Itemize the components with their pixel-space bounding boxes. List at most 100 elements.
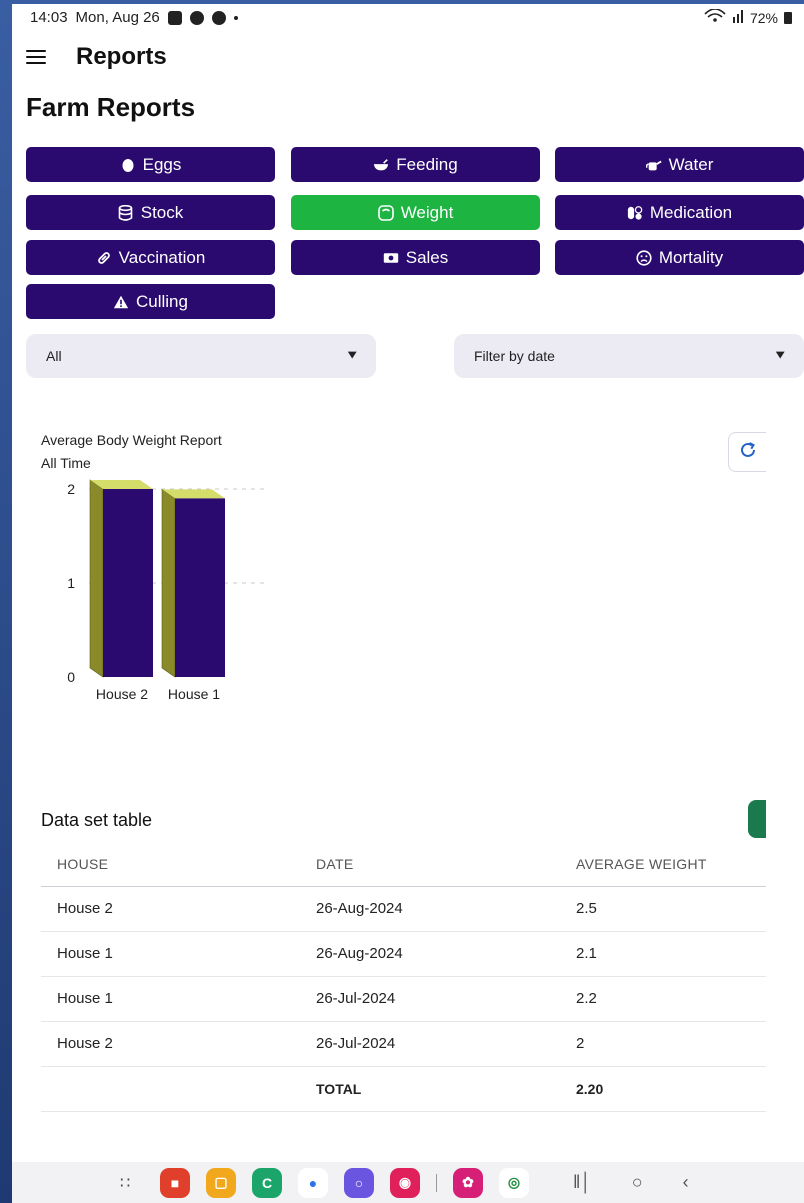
cell-date: 26-Aug-2024 [300, 931, 560, 977]
cell-signal-icon [732, 9, 744, 26]
home-icon[interactable]: ○ [632, 1172, 643, 1193]
weight-report-button[interactable]: Weight [291, 195, 540, 230]
double-chevron-down-icon: ⯆ [774, 348, 785, 363]
dataset-toggle-button[interactable] [748, 800, 766, 838]
date-filter-select[interactable]: Filter by date ⯆ [454, 334, 804, 378]
nav-separator [436, 1173, 437, 1192]
stock-label: Stock [140, 202, 184, 222]
table-row: House 2 26-Aug-2024 2.5 [41, 886, 766, 932]
cell-house: House 2 [41, 886, 300, 932]
more-notifications-icon [233, 15, 238, 20]
culling-label: Culling [136, 291, 188, 311]
bar-side-face [89, 479, 104, 678]
y-tick-label: 1 [67, 575, 75, 591]
status-bar: 14:03 Mon, Aug 26 72% [12, 4, 804, 32]
house-filter-value: All [46, 348, 62, 364]
app-notification-icon [189, 10, 204, 25]
cell-house: House 1 [41, 931, 300, 977]
battery-level: 72% [749, 9, 778, 26]
status-date: Mon, Aug 26 [75, 9, 160, 26]
bar [89, 479, 153, 678]
mortality-report-button[interactable]: Mortality [555, 240, 804, 275]
app-bar-title: Reports [76, 43, 167, 70]
medication-label: Medication [649, 202, 733, 222]
x-tick-label: House 1 [168, 686, 220, 702]
table-total-row: TOTAL 2.20 [41, 1066, 766, 1112]
chart-x-axis: House 2 House 1 [96, 686, 220, 702]
cell-house: House 1 [41, 976, 300, 1022]
pills-icon [627, 205, 643, 221]
scale-icon [377, 204, 394, 221]
vaccination-report-button[interactable]: Vaccination [26, 240, 275, 275]
cell-date: 26-Aug-2024 [300, 886, 560, 932]
table-row: House 1 26-Aug-2024 2.1 [41, 931, 766, 977]
warning-icon [113, 294, 129, 310]
culling-report-button[interactable]: Culling [26, 284, 275, 319]
medication-report-button[interactable]: Medication [555, 195, 804, 230]
cell-average-weight: 2.1 [560, 931, 766, 977]
eggs-label: Eggs [142, 154, 182, 174]
column-header-average-weight: AVERAGE WEIGHT [560, 842, 766, 887]
table-row: House 1 26-Jul-2024 2.2 [41, 976, 766, 1022]
refresh-icon [739, 441, 757, 464]
money-icon [383, 250, 399, 266]
mortality-label: Mortality [658, 247, 724, 267]
folder-app-icon[interactable]: ▢ [206, 1167, 236, 1198]
table-header-row: HOUSE DATE AVERAGE WEIGHT [41, 842, 766, 887]
double-chevron-down-icon: ⯆ [346, 348, 357, 363]
x-tick-label: House 2 [96, 686, 148, 702]
y-tick-label: 2 [67, 481, 75, 497]
water-report-button[interactable]: Water [555, 147, 804, 182]
app-screen: 14:03 Mon, Aug 26 72% Reports Farm Repor… [12, 4, 804, 1203]
column-header-date: DATE [300, 842, 560, 887]
page-title: Farm Reports [26, 92, 196, 122]
app-notification-icon [211, 10, 226, 25]
browser-app-icon[interactable]: ○ [344, 1167, 374, 1198]
total-value: 2.20 [560, 1066, 766, 1112]
chart-title: Average Body Weight Report [41, 432, 222, 448]
camera-app-icon[interactable]: ◉ [390, 1167, 420, 1198]
app-shortcut-icon[interactable]: ■ [160, 1167, 190, 1198]
messages-app-icon[interactable]: ● [298, 1167, 328, 1198]
bar [161, 488, 225, 678]
phone-app-icon[interactable]: C [252, 1167, 282, 1198]
cell-date: 26-Jul-2024 [300, 976, 560, 1022]
water-label: Water [668, 154, 714, 174]
sales-label: Sales [405, 247, 449, 267]
status-time: 14:03 [30, 9, 68, 26]
app-drawer-icon[interactable]: ∷ [120, 1173, 140, 1193]
column-header-house: HOUSE [41, 842, 300, 887]
sales-report-button[interactable]: Sales [291, 240, 540, 275]
feeding-report-button[interactable]: Feeding [291, 147, 540, 182]
device-frame-left [0, 0, 12, 1203]
refresh-chart-button[interactable] [728, 432, 766, 472]
recents-icon[interactable]: ‖│ [573, 1172, 592, 1193]
cell-date: 26-Jul-2024 [300, 1021, 560, 1067]
wifi-signal-icon [704, 8, 726, 26]
feeding-label: Feeding [396, 154, 458, 174]
cell-house: House 2 [41, 1021, 300, 1067]
bar-front-face [103, 489, 153, 677]
egg-icon [120, 157, 136, 173]
watering-can-icon [645, 157, 662, 173]
eggs-report-button[interactable]: Eggs [26, 147, 275, 182]
chart-y-axis: 0 1 2 [67, 481, 75, 685]
bar-front-face [175, 498, 225, 677]
chrome-icon[interactable]: ◎ [499, 1167, 529, 1198]
back-icon[interactable]: ‹ [683, 1172, 689, 1193]
flower-app-icon[interactable]: ✿ [453, 1167, 483, 1198]
cell-empty [41, 1066, 300, 1112]
system-nav-bar: ∷ ■ ▢ C ● ○ ◉ ✿ ◎ ‖│ ○ ‹ [12, 1162, 804, 1203]
vaccination-label: Vaccination [118, 247, 206, 267]
gallery-notification-icon [167, 10, 182, 25]
cell-average-weight: 2.5 [560, 886, 766, 932]
chart-bars [89, 479, 225, 678]
bar-side-face [161, 488, 176, 678]
battery-icon [784, 11, 792, 24]
stock-report-button[interactable]: Stock [26, 195, 275, 230]
date-filter-value: Filter by date [474, 348, 555, 364]
dataset-table: HOUSE DATE AVERAGE WEIGHT House 2 26-Aug… [41, 842, 766, 1112]
menu-icon[interactable] [26, 50, 46, 64]
house-filter-select[interactable]: All ⯆ [26, 334, 376, 378]
bowl-icon [373, 157, 389, 173]
